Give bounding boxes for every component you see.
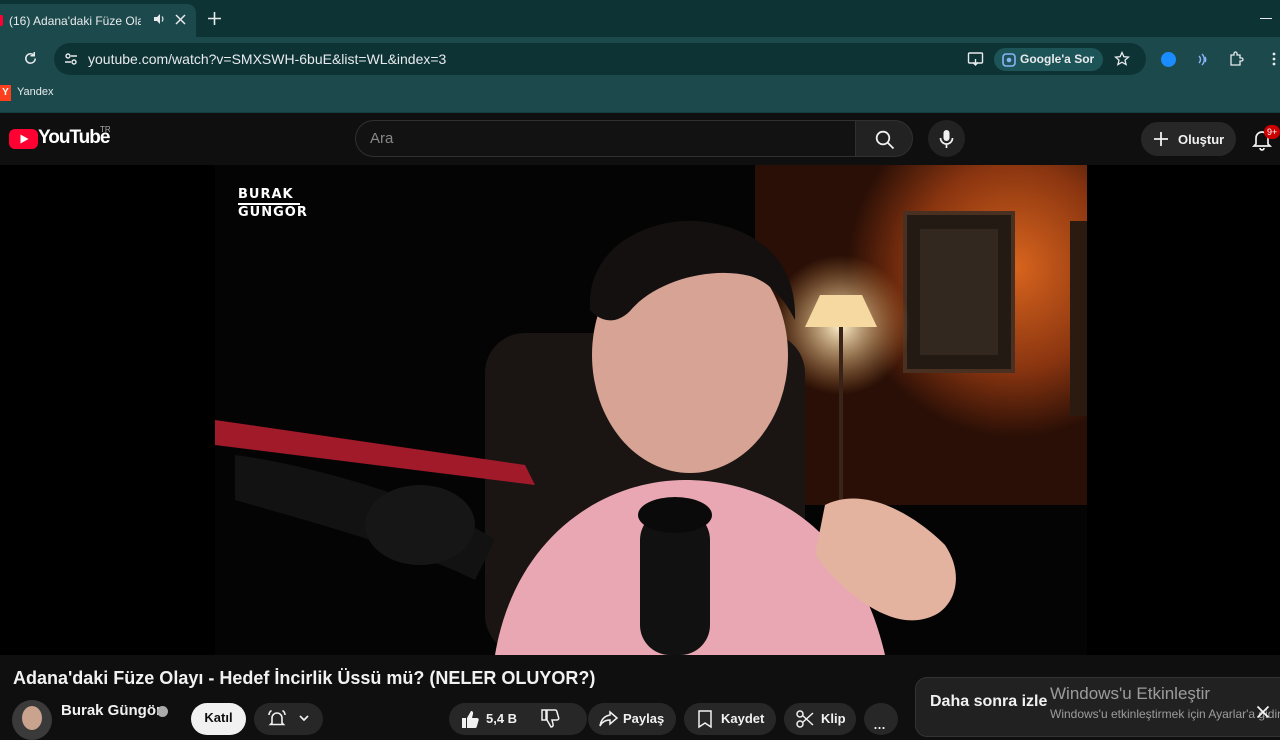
like-button[interactable]: 5,4 B <box>449 703 587 735</box>
tab-title: (16) Adana'daki Füze Olayı <box>9 13 141 28</box>
search-icon <box>875 130 895 150</box>
clip-label: Klip <box>821 711 846 726</box>
voice-search-button[interactable] <box>928 120 965 157</box>
avatar[interactable] <box>12 700 52 740</box>
youtube-logo-icon[interactable] <box>9 129 38 149</box>
url-text[interactable]: youtube.com/watch?v=SMXSWH-6buE&list=WL&… <box>88 51 446 67</box>
dislike-icon[interactable] <box>540 709 560 729</box>
video-still-image <box>215 165 1087 655</box>
bell-ring-icon <box>268 709 286 726</box>
verified-icon <box>157 706 168 717</box>
plus-icon[interactable] <box>207 11 222 26</box>
share-icon <box>599 710 619 727</box>
clip-button[interactable]: Klip <box>784 703 856 735</box>
bookmarks-bar <box>0 81 1280 113</box>
reload-icon[interactable] <box>23 51 38 66</box>
share-button[interactable]: Paylaş <box>588 703 676 735</box>
channel-name[interactable]: Burak Güngör <box>61 702 162 719</box>
browser-toolbar: youtube.com/watch?v=SMXSWH-6buE&list=WL&… <box>0 37 1280 81</box>
yandex-icon[interactable]: Y <box>0 85 11 101</box>
clip-icon <box>796 710 814 728</box>
like-icon <box>462 711 479 728</box>
save-button[interactable]: Kaydet <box>684 703 776 735</box>
star-icon[interactable] <box>1114 51 1130 67</box>
search-input[interactable] <box>370 130 830 147</box>
minimize-button[interactable] <box>1260 18 1272 19</box>
bookmark-yandex[interactable]: Yandex <box>17 86 54 98</box>
save-label: Kaydet <box>721 711 765 726</box>
mic-icon <box>939 130 954 148</box>
join-button[interactable]: Katıl <box>191 703 246 735</box>
country-code: TR <box>100 125 111 134</box>
audio-icon[interactable] <box>152 12 166 26</box>
create-label: Oluştur <box>1178 132 1225 147</box>
site-info-icon[interactable] <box>63 51 79 67</box>
playlist-title[interactable]: Daha sonra izle <box>930 693 1047 711</box>
ask-google-label: Google'a Sor <box>1020 52 1095 66</box>
windows-activation-subtitle: Windows'u etkinleştirmek için Ayarlar'a … <box>1050 707 1280 721</box>
like-count: 5,4 B <box>486 711 518 726</box>
windows-activation-title: Windows'u Etkinleştir <box>1050 684 1211 703</box>
shazam-icon[interactable] <box>1161 52 1176 67</box>
address-bar[interactable]: youtube.com/watch?v=SMXSWH-6buE&list=WL&… <box>54 43 1146 75</box>
watermark-line-2: GUNGOR <box>238 203 308 220</box>
chevron-down-icon <box>299 715 309 722</box>
browser-tab[interactable]: (16) Adana'daki Füze Olayı <box>0 4 196 37</box>
channel-watermark: BURAK GUNGOR <box>238 187 308 222</box>
youtube-favicon-icon <box>0 15 3 26</box>
menu-icon[interactable] <box>1272 52 1276 66</box>
search-button[interactable] <box>855 120 913 157</box>
close-icon[interactable] <box>174 13 187 26</box>
read-aloud-icon[interactable] <box>1195 52 1210 67</box>
video-title: Adana'daki Füze Olayı - Hedef İncirlik Ü… <box>13 668 596 688</box>
lens-icon <box>1002 53 1016 67</box>
notification-badge: 9+ <box>1264 125 1280 139</box>
create-icon <box>1154 132 1168 146</box>
more-label: ... <box>873 713 886 733</box>
more-actions-button[interactable]: ... <box>864 703 898 735</box>
youtube-logo-text[interactable]: YouTube <box>38 127 110 149</box>
watermark-line-1: BURAK <box>238 187 294 202</box>
search-box <box>355 120 855 157</box>
cast-icon[interactable] <box>967 51 984 67</box>
subscribed-button[interactable] <box>254 703 323 735</box>
video-frame[interactable] <box>215 165 1087 655</box>
save-icon <box>698 710 712 729</box>
create-button[interactable]: Oluştur <box>1141 122 1236 156</box>
share-label: Paylaş <box>623 711 665 726</box>
extensions-icon[interactable] <box>1229 51 1244 67</box>
